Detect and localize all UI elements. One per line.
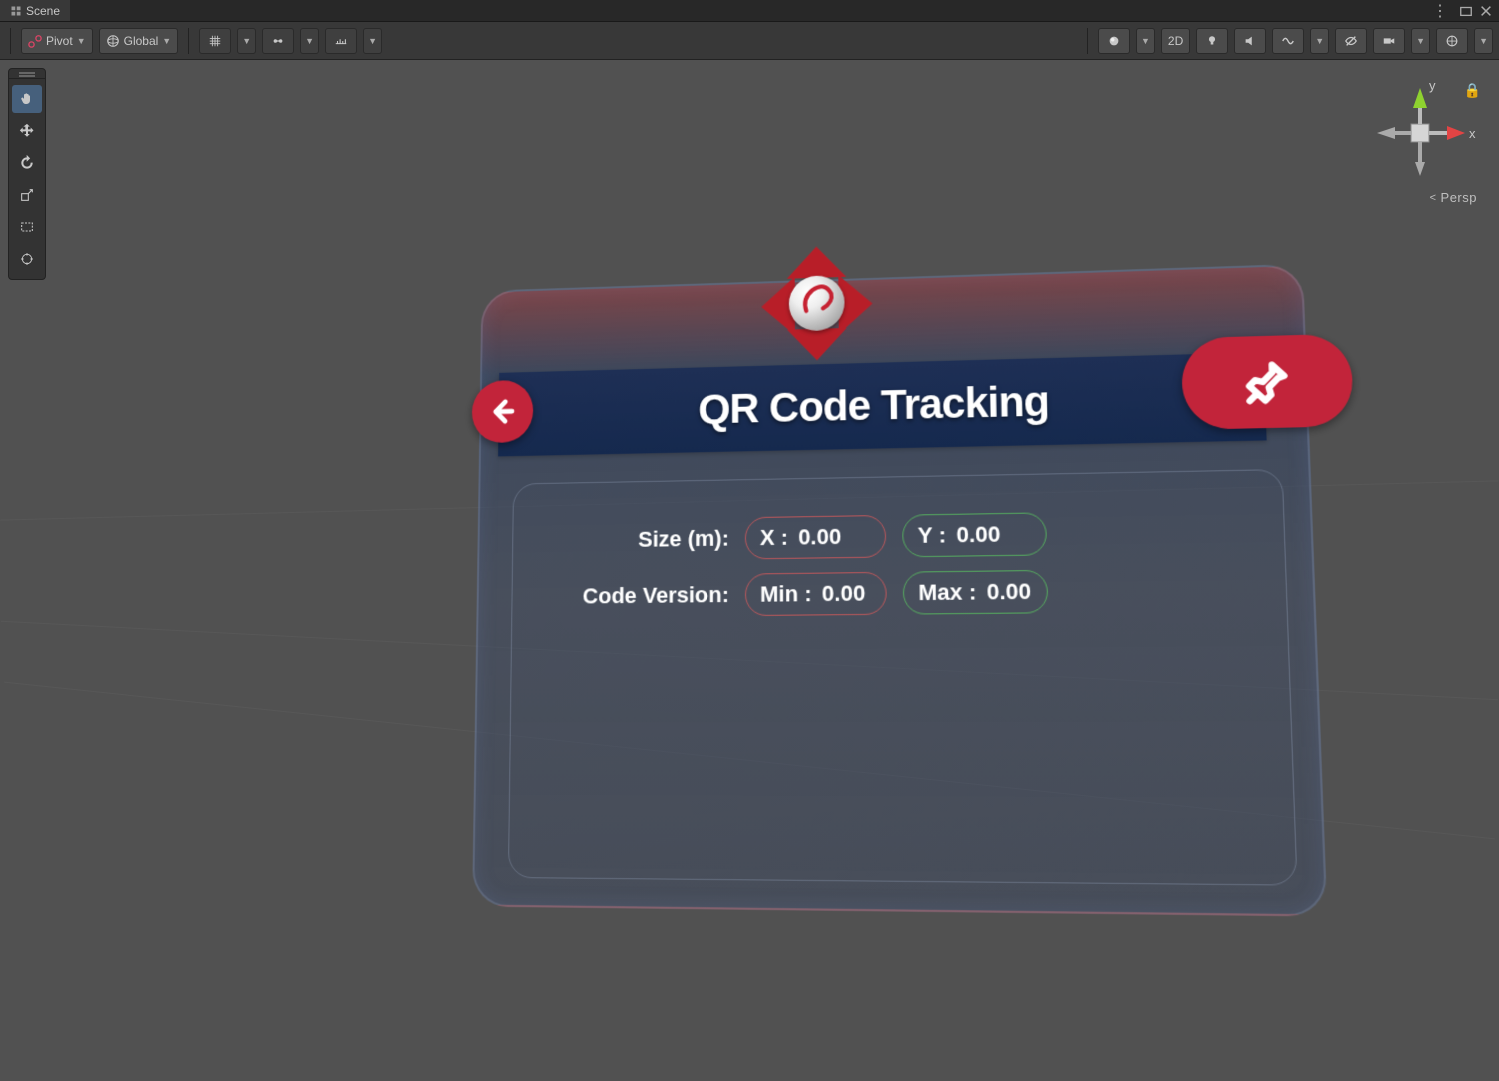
snap-icon [271,34,285,48]
scene-tab[interactable]: Scene [0,0,70,21]
chevron-down-icon: ▼ [1315,36,1324,46]
version-max-label: Max : [918,579,976,606]
scale-tool-button[interactable] [12,181,42,209]
hand-tool-button[interactable] [12,85,42,113]
scene-tab-icon [10,5,22,17]
orientation-gizmo[interactable]: 🔒 y x < Persp [1371,78,1481,228]
axis-gizmo-icon[interactable] [1371,78,1481,198]
2d-toggle-button[interactable]: 2D [1161,28,1190,54]
chevron-down-icon: ▼ [1141,36,1150,46]
size-x-value: 0.00 [798,524,841,551]
sphere-shading-icon [1107,34,1121,48]
size-y-field[interactable]: Y : 0.00 [902,512,1047,557]
pin-icon [1243,359,1291,405]
chevron-down-icon: ▼ [1416,36,1425,46]
size-y-value: 0.00 [956,521,1001,548]
version-max-field[interactable]: Max : 0.00 [903,570,1049,615]
coordinate-space-label: Global [124,34,159,48]
logo-emblem [767,247,867,358]
gizmos-dropdown[interactable]: ▼ [1474,28,1493,54]
palette-drag-handle[interactable] [9,69,45,79]
chevron-down-icon: ▼ [242,36,251,46]
ruler-icon [334,34,348,48]
close-window-icon[interactable] [1479,4,1493,18]
gizmos-button[interactable] [1436,28,1468,54]
arrow-left-icon [486,395,519,429]
transform-tool-button[interactable] [12,245,42,273]
chevron-down-icon: ▼ [162,36,171,46]
lightbulb-icon [1205,34,1219,48]
transform-icon [19,251,35,267]
fx-toggle-button[interactable] [1272,28,1304,54]
chevron-down-icon: ▼ [305,36,314,46]
coordinate-space-dropdown[interactable]: Global ▼ [99,28,179,54]
window-controls: ⋮ [1432,0,1499,21]
chevron-down-icon: ▼ [1479,36,1488,46]
draw-mode-button[interactable] [1098,28,1130,54]
version-min-field[interactable]: Min : 0.00 [745,572,887,616]
logo-swirl-icon [796,279,838,321]
lighting-toggle-button[interactable] [1196,28,1228,54]
qr-tracking-panel[interactable]: QR Code Tracking Size (m): X : 0.00 Y : … [472,264,1327,917]
draw-mode-dropdown[interactable]: ▼ [1136,28,1155,54]
projection-toggle[interactable]: < Persp [1430,190,1477,205]
scene-tab-label: Scene [26,4,60,18]
increment-snap-dropdown[interactable]: ▼ [300,28,319,54]
globe-icon [106,34,120,48]
rotate-tool-button[interactable] [12,149,42,177]
panel-content-frame: Size (m): X : 0.00 Y : 0.00 Code Version… [508,469,1298,886]
grid-icon [208,34,222,48]
snap-settings-button[interactable] [325,28,357,54]
version-min-value: 0.00 [822,580,866,607]
pivot-mode-label: Pivot [46,34,73,48]
move-icon [19,123,35,139]
version-min-label: Min : [760,581,812,608]
increment-snap-button[interactable] [262,28,294,54]
camera-icon [1382,34,1396,48]
hand-icon [19,91,35,107]
version-row: Code Version: Min : 0.00 Max : 0.00 [551,560,1244,625]
fx-icon [1281,34,1295,48]
camera-dropdown[interactable]: ▼ [1411,28,1430,54]
scene-toolbar: Pivot ▼ Global ▼ ▼ ▼ ▼ ▼ 2D ▼ ▼ [0,22,1499,60]
grid-snap-dropdown[interactable]: ▼ [237,28,256,54]
x-axis-label: x [1469,126,1476,141]
size-x-field[interactable]: X : 0.00 [745,515,886,560]
move-tool-button[interactable] [12,117,42,145]
size-label: Size (m): [552,525,729,554]
speaker-icon [1243,34,1257,48]
eye-off-icon [1344,34,1358,48]
snap-settings-dropdown[interactable]: ▼ [363,28,382,54]
rect-tool-button[interactable] [12,213,42,241]
grid-snap-button[interactable] [199,28,231,54]
kebab-menu-icon[interactable]: ⋮ [1432,1,1449,21]
projection-label: Persp [1441,190,1477,205]
scale-icon [19,187,35,203]
panel-title: QR Code Tracking [698,377,1049,433]
gizmos-icon [1445,34,1459,48]
perspective-icon: < [1430,192,1437,204]
pin-button[interactable] [1181,334,1354,430]
fx-dropdown[interactable]: ▼ [1310,28,1329,54]
2d-toggle-label: 2D [1168,34,1183,48]
rect-icon [19,219,35,235]
y-axis-label: y [1429,78,1436,93]
size-y-label: Y : [917,522,946,549]
version-max-value: 0.00 [986,578,1031,605]
visibility-button[interactable] [1335,28,1367,54]
size-row: Size (m): X : 0.00 Y : 0.00 [552,502,1242,569]
window-tab-bar: Scene ⋮ [0,0,1499,22]
audio-toggle-button[interactable] [1234,28,1266,54]
detach-window-icon[interactable] [1459,4,1473,18]
camera-button[interactable] [1373,28,1405,54]
pivot-icon [28,34,42,48]
scene-viewport[interactable]: 🔒 y x < Persp [0,60,1499,1081]
size-x-label: X : [760,525,788,552]
pivot-mode-dropdown[interactable]: Pivot ▼ [21,28,93,54]
chevron-down-icon: ▼ [77,36,86,46]
chevron-down-icon: ▼ [368,36,377,46]
transform-tool-palette [8,68,46,280]
version-label: Code Version: [551,582,729,610]
rotate-icon [19,155,35,171]
